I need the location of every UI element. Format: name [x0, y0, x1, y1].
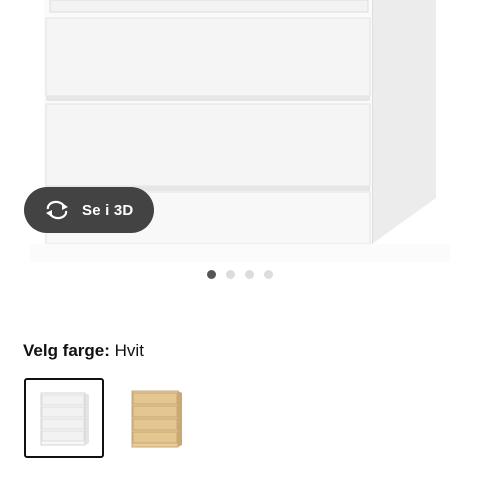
view-3d-button[interactable]: Se i 3D — [24, 187, 154, 233]
colour-label: Velg farge: — [23, 341, 110, 360]
rotate-3d-icon — [44, 200, 70, 220]
carousel-dot-3[interactable] — [245, 270, 254, 279]
oak-dresser-thumbnail — [131, 390, 182, 448]
white-dresser-thumbnail — [40, 392, 89, 446]
carousel-indicator — [207, 270, 273, 279]
colour-selector-heading: Velg farge: Hvit — [23, 341, 144, 361]
carousel-dot-2[interactable] — [226, 270, 235, 279]
view-3d-label: Se i 3D — [82, 201, 134, 219]
colour-value: Hvit — [114, 341, 144, 360]
carousel-dot-4[interactable] — [264, 270, 273, 279]
variant-white-swatch[interactable] — [24, 378, 104, 458]
variant-oak-swatch[interactable] — [115, 378, 195, 458]
carousel-dot-1[interactable] — [207, 270, 216, 279]
